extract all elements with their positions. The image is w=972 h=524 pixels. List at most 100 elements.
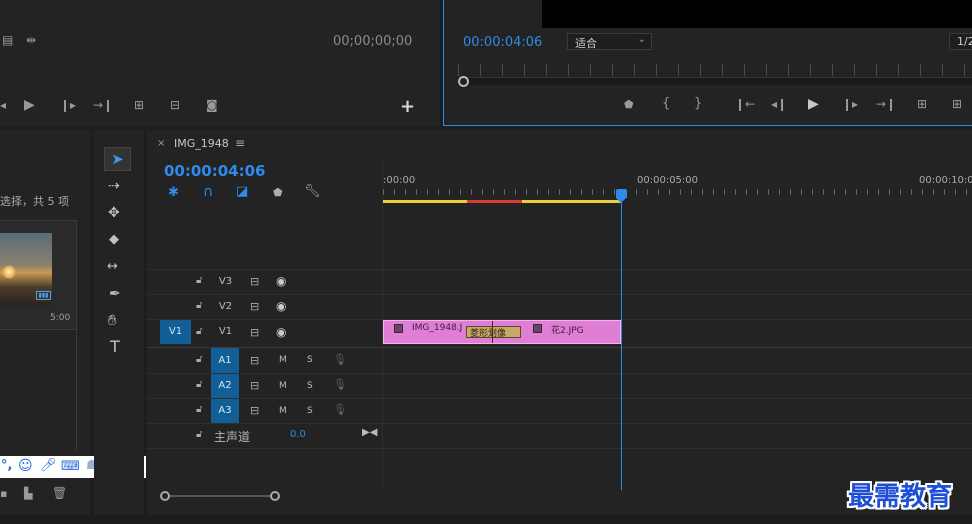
track-target-a3[interactable]: A3 <box>211 399 239 423</box>
track-target-v1[interactable]: V1 <box>213 321 238 343</box>
go-to-edit-icon[interactable]: ▶◀ <box>362 427 377 438</box>
timeline-timecode[interactable]: 00:00:04:06 <box>164 162 266 180</box>
sync-lock-icon[interactable]: ⊟ <box>250 379 259 392</box>
compare-icon[interactable]: ⇹ <box>26 34 36 46</box>
solo-button[interactable]: S <box>307 406 313 416</box>
eye-icon[interactable]: ◉ <box>276 325 286 339</box>
add-marker-icon[interactable]: ⬟ <box>624 99 634 110</box>
resolution-value: 1/2 <box>957 35 972 48</box>
keyboard-icon[interactable]: ⌨ <box>61 459 80 474</box>
type-tool-icon[interactable]: T <box>110 339 120 355</box>
render-bar-yellow <box>383 200 467 203</box>
new-bin-icon[interactable]: ▙ <box>24 488 32 499</box>
lock-icon[interactable]: 🔓︎ <box>196 379 202 390</box>
mute-button[interactable]: M <box>279 406 287 416</box>
selection-tool-icon[interactable]: ➤ <box>104 147 131 171</box>
safe-margins-icon[interactable]: ▤ <box>2 34 13 46</box>
overwrite-icon[interactable]: ⊟ <box>170 99 180 111</box>
step-forward-icon[interactable]: ❙▸ <box>60 99 76 111</box>
slip-tool-icon[interactable]: ↔ <box>107 260 118 273</box>
solo-button[interactable]: S <box>307 355 313 365</box>
eye-icon[interactable]: ◉ <box>276 274 286 288</box>
linked-selection-icon[interactable]: ∩ <box>203 184 213 200</box>
track-target-v2[interactable]: V2 <box>213 296 238 318</box>
microphone-icon[interactable]: 🎤︎ <box>40 458 57 473</box>
clip-duration: 5:00 <box>50 313 71 323</box>
punctuation-icon[interactable]: °, <box>1 458 12 473</box>
mute-button[interactable]: M <box>279 355 287 365</box>
program-scrub-bar[interactable] <box>458 77 972 85</box>
mute-button[interactable]: M <box>279 381 287 391</box>
mark-out-icon[interactable]: } <box>694 97 702 110</box>
go-to-out-icon[interactable]: →❙ <box>93 99 113 111</box>
freeform-view-icon[interactable]: ▪ <box>0 488 7 499</box>
ripple-edit-tool-icon[interactable]: ✥ <box>108 206 120 220</box>
master-track-header: 🔓︎ 主声道 0.0 ▶◀ <box>147 424 382 448</box>
add-button-icon[interactable]: + <box>400 96 415 117</box>
emoji-icon[interactable]: ☺ <box>18 458 33 474</box>
lock-icon[interactable]: 🔓︎ <box>196 429 202 440</box>
program-timecode[interactable]: 00:00:04:06 <box>463 35 542 50</box>
playhead-handle[interactable] <box>616 189 627 198</box>
sync-lock-icon[interactable]: ⊟ <box>250 354 259 367</box>
razor-tool-icon[interactable]: ◆ <box>109 233 119 246</box>
master-volume-value[interactable]: 0.0 <box>290 429 306 440</box>
close-tab-icon[interactable]: × <box>157 138 165 149</box>
microphone-icon[interactable]: 🎙︎ <box>333 353 347 366</box>
tab-menu-icon[interactable]: ≡ <box>235 136 245 150</box>
track-select-tool-icon[interactable]: ⇢ <box>108 179 120 193</box>
timeline-tab-title[interactable]: IMG_1948 <box>174 137 229 150</box>
track-target-a1[interactable]: A1 <box>211 348 239 373</box>
go-to-in-icon[interactable]: ❙← <box>735 98 755 110</box>
track-target-v3[interactable]: V3 <box>213 271 238 293</box>
sync-lock-icon[interactable]: ⊟ <box>250 275 259 288</box>
lock-icon[interactable]: 🔓︎ <box>196 354 202 365</box>
program-playhead-handle[interactable] <box>458 76 469 87</box>
lock-icon[interactable]: 🔓︎ <box>196 300 202 311</box>
go-to-out-icon[interactable]: →❙ <box>876 98 896 110</box>
microphone-icon[interactable]: 🎙︎ <box>333 403 347 416</box>
extract-icon[interactable]: ⊞ <box>952 98 962 110</box>
add-marker-icon[interactable]: ⬟ <box>273 186 283 199</box>
sync-lock-icon[interactable]: ⊟ <box>250 326 259 339</box>
lock-icon[interactable]: 🔓︎ <box>196 326 202 337</box>
resolution-select[interactable]: 1/2 <box>949 33 972 50</box>
sync-lock-icon[interactable]: ⊟ <box>250 404 259 417</box>
solo-button[interactable]: S <box>307 381 313 391</box>
mark-in-icon[interactable]: { <box>662 97 670 110</box>
step-forward-icon[interactable]: ❙▸ <box>842 98 858 110</box>
step-back-icon[interactable]: ◂ <box>0 99 6 111</box>
fit-select[interactable]: 适合 ⌄ <box>567 33 652 50</box>
scroll-handle-left[interactable] <box>160 491 170 501</box>
pen-tool-icon[interactable]: ✒ <box>109 287 121 301</box>
timeline-ruler[interactable]: :00:00 00:00:05:00 00:00:10:0 <box>383 160 972 204</box>
microphone-icon[interactable]: 🎙︎ <box>333 378 347 391</box>
wrench-icon[interactable]: 🔧︎ <box>304 184 321 199</box>
play-icon[interactable]: ▶ <box>24 98 35 112</box>
track-v2-header: 🔓︎ V2 ⊟ ◉ <box>147 295 382 319</box>
add-edit-icon[interactable]: ◪ <box>236 184 248 199</box>
playhead-line <box>621 198 622 490</box>
sync-lock-icon[interactable]: ⊟ <box>250 300 259 313</box>
program-mini-ruler[interactable] <box>458 64 972 76</box>
play-icon[interactable]: ▶ <box>808 97 819 111</box>
ruler-label: :00:00 <box>383 175 416 186</box>
track-target-a2[interactable]: A2 <box>211 374 239 398</box>
transition-diamond-wipe[interactable]: 菱形划像 <box>466 321 521 343</box>
step-back-icon[interactable]: ◂❙ <box>771 98 787 110</box>
eye-icon[interactable]: ◉ <box>276 299 286 313</box>
snap-icon[interactable]: ✱ <box>168 185 179 200</box>
insert-icon[interactable]: ⊞ <box>134 99 144 111</box>
lock-icon[interactable]: 🔓︎ <box>196 404 202 415</box>
lift-icon[interactable]: ⊞ <box>917 98 927 110</box>
scroll-handle-right[interactable] <box>270 491 280 501</box>
ruler-label: 00:00:10:0 <box>919 175 972 186</box>
lock-icon[interactable]: 🔓︎ <box>196 275 202 286</box>
hand-tool-icon[interactable]: ✋︎ <box>108 313 117 328</box>
project-footer-bar: ▪ ▙ 🗑 <box>0 485 91 503</box>
source-patch-v1[interactable]: V1 <box>160 320 191 344</box>
trash-icon[interactable]: 🗑 <box>52 487 67 499</box>
project-item-card[interactable]: ▮▮▮ 5:00 <box>0 220 77 330</box>
export-frame-icon[interactable]: ◙ <box>206 99 218 111</box>
fit-select-value: 适合 <box>575 37 597 50</box>
